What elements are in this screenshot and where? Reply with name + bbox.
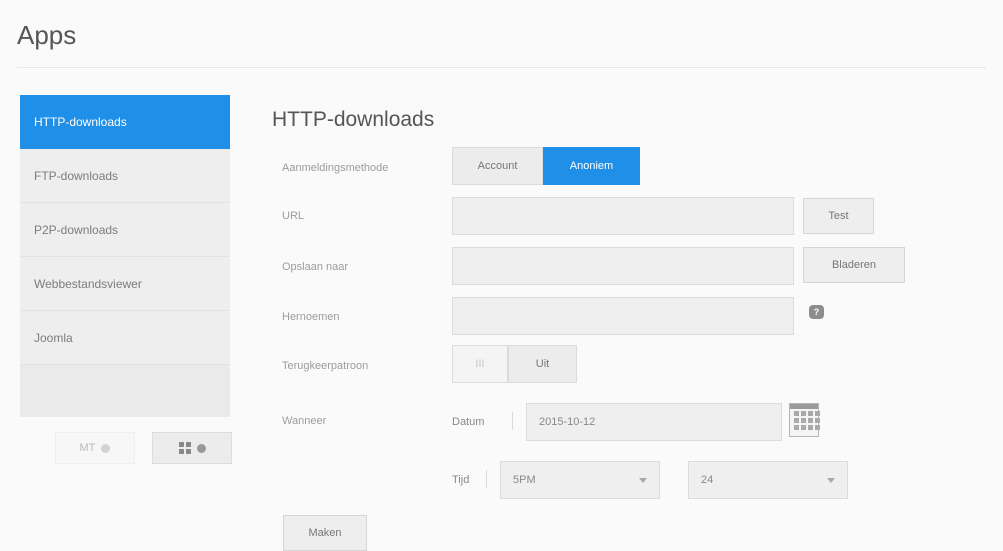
sidebar-empty-area	[20, 365, 230, 417]
calendar-icon[interactable]	[789, 403, 820, 437]
page-title: Apps	[17, 20, 77, 50]
login-method-toggle: Account Anoniem	[452, 147, 640, 185]
url-input[interactable]	[452, 197, 794, 235]
login-anonymous-option[interactable]: Anoniem	[543, 147, 640, 185]
recurring-off-option[interactable]: Uit	[508, 345, 577, 383]
header-divider	[17, 67, 986, 68]
time-separator	[486, 470, 487, 488]
test-button[interactable]: Test	[803, 198, 874, 234]
when-label: Wanneer	[282, 415, 327, 427]
hour-select[interactable]: 5PM	[500, 461, 660, 499]
sidebar-item-http-downloads[interactable]: HTTP-downloads	[20, 95, 230, 149]
rename-input[interactable]	[452, 297, 794, 335]
recurring-on-option[interactable]: III	[452, 345, 508, 383]
sidebar-item-p2p-downloads[interactable]: P2P-downloads	[20, 203, 230, 257]
url-label: URL	[282, 210, 305, 222]
date-separator	[512, 412, 513, 430]
login-method-label: Aanmeldingsmethode	[282, 162, 389, 174]
sidebar-item-joomla[interactable]: Joomla	[20, 311, 230, 365]
save-to-label: Opslaan naar	[282, 261, 349, 273]
rename-label: Hernoemen	[282, 311, 340, 323]
hour-select-value: 5PM	[513, 474, 536, 486]
chevron-down-icon	[827, 478, 835, 483]
minute-select[interactable]: 24	[688, 461, 848, 499]
recurring-label: Terugkeerpatroon	[282, 360, 369, 372]
app-sidebar: HTTP-downloads FTP-downloads P2P-downloa…	[20, 95, 230, 417]
time-label: Tijd	[452, 474, 470, 486]
minute-select-value: 24	[701, 474, 714, 486]
section-title: HTTP-downloads	[272, 108, 435, 131]
save-to-input[interactable]	[452, 247, 794, 285]
recurring-toggle: III Uit	[452, 345, 577, 383]
login-account-option[interactable]: Account	[452, 147, 543, 185]
browse-button[interactable]: Bladeren	[803, 247, 905, 283]
settings-circle-icon	[196, 443, 206, 453]
add-circle-icon	[101, 443, 111, 453]
help-icon[interactable]: ?	[809, 305, 824, 319]
manage-apps-button[interactable]	[152, 432, 232, 464]
add-app-button[interactable]: MT	[55, 432, 135, 464]
sidebar-item-web-file-viewer[interactable]: Webbestandsviewer	[20, 257, 230, 311]
apps-grid-icon	[178, 442, 191, 454]
add-app-label: MT	[79, 442, 96, 454]
date-label: Datum	[452, 416, 485, 428]
create-button[interactable]: Maken	[283, 515, 367, 551]
sidebar-item-ftp-downloads[interactable]: FTP-downloads	[20, 149, 230, 203]
chevron-down-icon	[639, 478, 647, 483]
date-input[interactable]: 2015-10-12	[526, 403, 782, 441]
